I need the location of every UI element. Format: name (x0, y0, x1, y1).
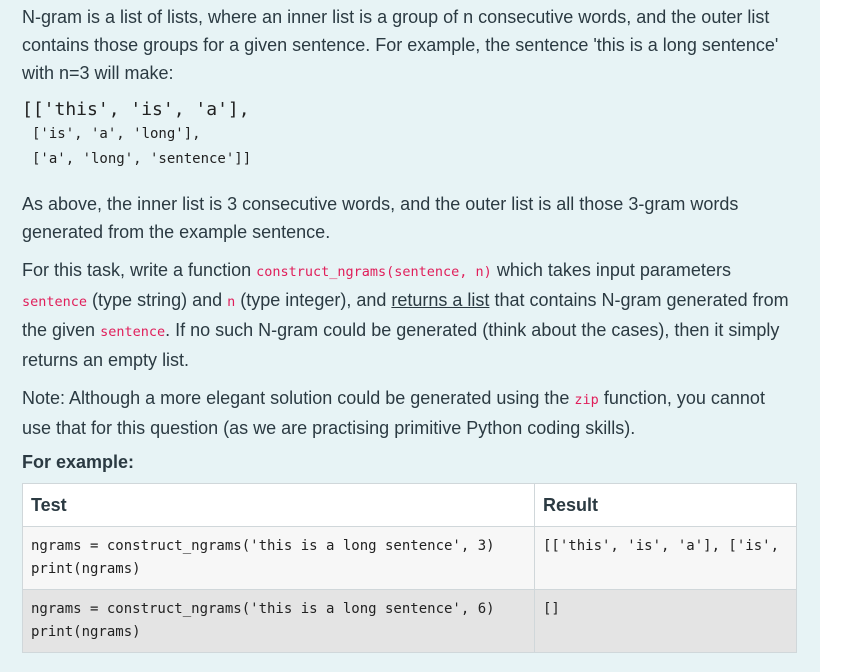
table-row: ngrams = construct_ngrams('this is a lon… (22, 589, 797, 653)
task-text: (type string) and (92, 290, 223, 310)
table-row: ngrams = construct_ngrams('this is a lon… (22, 526, 797, 590)
result-cell: [] (534, 589, 797, 653)
example-line-3: ['a', 'long', 'sentence']] (32, 151, 252, 167)
param-n-code: n (227, 294, 236, 310)
page-right-edge (838, 0, 856, 672)
header-result: Result (534, 483, 797, 527)
returns-a-list-text: returns a list (391, 290, 490, 310)
example-line-2: ['is', 'a', 'long'], (32, 126, 201, 142)
example-line-1: [['this', 'is', 'a'], (22, 99, 250, 120)
task-text: which takes input parameters (496, 260, 731, 280)
param-sentence-code: sentence (100, 324, 166, 340)
function-signature-code: construct_ngrams(sentence, n) (256, 264, 492, 280)
examples-table: Test Result ngrams = construct_ngrams('t… (22, 483, 797, 653)
question-text-panel: N-gram is a list of lists, where an inne… (0, 0, 820, 672)
intro-paragraph: N-gram is a list of lists, where an inne… (22, 7, 779, 83)
task-text: For this task, write a function (22, 260, 252, 280)
param-sentence-code: sentence (22, 294, 88, 310)
test-cell: ngrams = construct_ngrams('this is a lon… (22, 589, 535, 653)
task-paragraph: For this task, write a function construc… (22, 256, 792, 374)
ngram-example-block: [['this', 'is', 'a'], ['is', 'a', 'long']… (22, 97, 820, 172)
result-cell: [['this', 'is', 'a'], ['is', (534, 526, 797, 590)
table-header-row: Test Result (22, 483, 797, 527)
task-text: (type integer), and (240, 290, 387, 310)
test-cell: ngrams = construct_ngrams('this is a lon… (22, 526, 535, 590)
for-example-heading: For example: (22, 452, 135, 472)
note-text: Note: Although a more elegant solution c… (22, 388, 570, 408)
header-test: Test (22, 483, 535, 527)
zip-code: zip (574, 392, 599, 408)
note-paragraph: Note: Although a more elegant solution c… (22, 384, 792, 442)
explanation-paragraph: As above, the inner list is 3 consecutiv… (22, 194, 739, 242)
